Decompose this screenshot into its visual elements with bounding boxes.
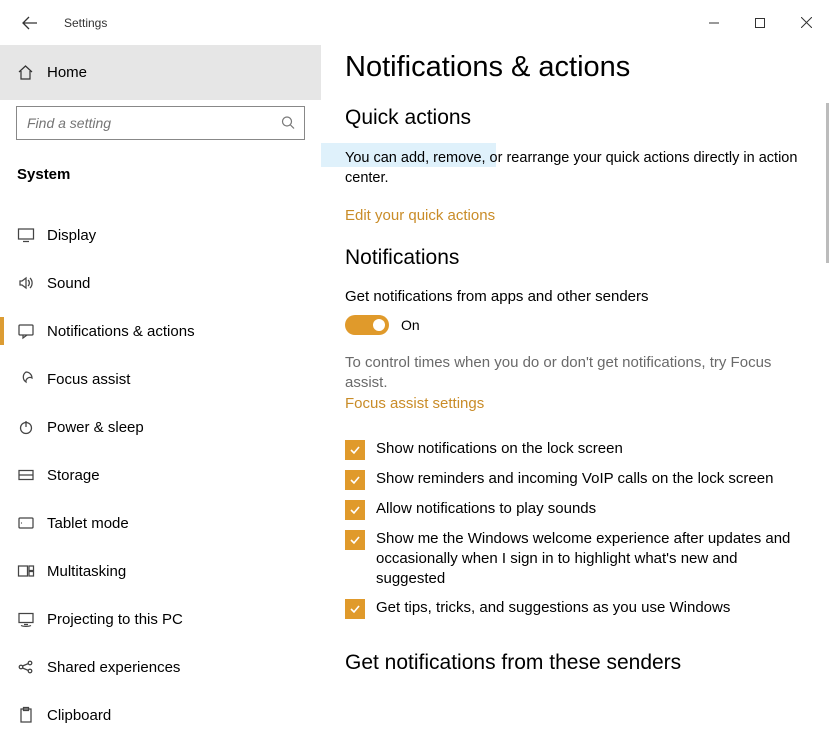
checkbox-label: Get tips, tricks, and suggestions as you… <box>376 598 730 618</box>
projecting-icon <box>17 610 47 628</box>
nav-item-focus[interactable]: Focus assist <box>0 355 321 403</box>
nav-item-label: Clipboard <box>47 707 111 724</box>
back-arrow-icon <box>21 14 39 32</box>
home-icon <box>17 64 47 81</box>
focus-assist-hint: To control times when you do or don't ge… <box>345 353 805 415</box>
heading-quick-actions: Quick actions <box>345 106 805 130</box>
check-icon <box>348 503 362 517</box>
nav-item-label: Tablet mode <box>47 515 129 532</box>
power-icon <box>17 418 47 436</box>
content-area: Notifications & actions Quick actions Yo… <box>321 45 829 730</box>
nav-item-clipboard[interactable]: Clipboard <box>0 691 321 730</box>
nav-item-label: Multitasking <box>47 563 126 580</box>
nav-item-multitask[interactable]: Multitasking <box>0 547 321 595</box>
minimize-button[interactable] <box>691 7 737 39</box>
checkbox-row: Get tips, tricks, and suggestions as you… <box>345 598 805 619</box>
nav-item-label: Shared experiences <box>47 659 180 676</box>
heading-senders: Get notifications from these senders <box>345 651 805 675</box>
heading-notifications: Notifications <box>345 246 805 270</box>
notifications-icon <box>17 322 47 340</box>
check-icon <box>348 533 362 547</box>
quick-actions-description: You can add, remove, or rearrange your q… <box>345 148 805 189</box>
section-title-system: System <box>0 150 321 195</box>
nav-item-display[interactable]: Display <box>0 211 321 259</box>
notifications-toggle[interactable] <box>345 315 389 335</box>
get-notifications-label: Get notifications from apps and other se… <box>345 288 805 305</box>
focus-icon <box>17 370 47 388</box>
minimize-icon <box>709 18 719 28</box>
multitask-icon <box>17 562 47 580</box>
edit-quick-actions-link[interactable]: Edit your quick actions <box>345 207 495 224</box>
toggle-row: On <box>345 315 805 335</box>
nav-item-notifications[interactable]: Notifications & actions <box>0 307 321 355</box>
checkbox-row: Show me the Windows welcome experience a… <box>345 529 805 590</box>
nav-list: Display Sound Notifications & actions Focus… <box>0 195 321 730</box>
checkbox-label: Show me the Windows welcome experience a… <box>376 529 805 590</box>
search-container <box>16 106 305 140</box>
window-controls <box>691 7 829 39</box>
home-button[interactable]: Home <box>0 45 321 100</box>
nav-item-tablet[interactable]: Tablet mode <box>0 499 321 547</box>
nav-item-label: Storage <box>47 467 100 484</box>
nav-item-label: Focus assist <box>47 371 130 388</box>
checkbox-list: Show notifications on the lock screen Sho… <box>345 439 805 620</box>
nav-item-sound[interactable]: Sound <box>0 259 321 307</box>
storage-icon <box>17 466 47 484</box>
nav-item-shared[interactable]: Shared experiences <box>0 643 321 691</box>
check-icon <box>348 473 362 487</box>
checkbox-label: Show reminders and incoming VoIP calls o… <box>376 469 773 489</box>
home-label: Home <box>47 64 87 81</box>
checkbox[interactable] <box>345 440 365 460</box>
display-icon <box>17 226 47 244</box>
maximize-button[interactable] <box>737 7 783 39</box>
checkbox-label: Allow notifications to play sounds <box>376 499 596 519</box>
checkbox-row: Show notifications on the lock screen <box>345 439 805 460</box>
toggle-knob <box>373 319 385 331</box>
nav-item-label: Display <box>47 227 96 244</box>
nav-item-label: Power & sleep <box>47 419 144 436</box>
nav-item-projecting[interactable]: Projecting to this PC <box>0 595 321 643</box>
tablet-icon <box>17 514 47 532</box>
window-title: Settings <box>52 16 107 30</box>
focus-assist-settings-link[interactable]: Focus assist settings <box>345 395 484 412</box>
checkbox[interactable] <box>345 599 365 619</box>
search-icon <box>281 116 296 131</box>
checkbox-row: Allow notifications to play sounds <box>345 499 805 520</box>
checkbox[interactable] <box>345 470 365 490</box>
check-icon <box>348 443 362 457</box>
nav-item-power[interactable]: Power & sleep <box>0 403 321 451</box>
titlebar: Settings <box>0 0 829 45</box>
check-icon <box>348 602 362 616</box>
nav-item-storage[interactable]: Storage <box>0 451 321 499</box>
nav-item-label: Projecting to this PC <box>47 611 183 628</box>
sidebar: Home System Display Sound Notifications & … <box>0 45 321 730</box>
page-title: Notifications & actions <box>345 51 805 84</box>
checkbox-label: Show notifications on the lock screen <box>376 439 623 459</box>
nav-item-label: Sound <box>47 275 90 292</box>
toggle-state-label: On <box>401 317 420 333</box>
shared-icon <box>17 658 47 676</box>
close-icon <box>801 17 812 28</box>
checkbox-row: Show reminders and incoming VoIP calls o… <box>345 469 805 490</box>
clipboard-icon <box>17 706 47 724</box>
back-button[interactable] <box>8 1 52 45</box>
nav-item-label: Notifications & actions <box>47 323 195 340</box>
checkbox[interactable] <box>345 530 365 550</box>
sound-icon <box>17 274 47 292</box>
close-button[interactable] <box>783 7 829 39</box>
checkbox[interactable] <box>345 500 365 520</box>
search-input[interactable] <box>17 107 304 139</box>
maximize-icon <box>755 18 765 28</box>
